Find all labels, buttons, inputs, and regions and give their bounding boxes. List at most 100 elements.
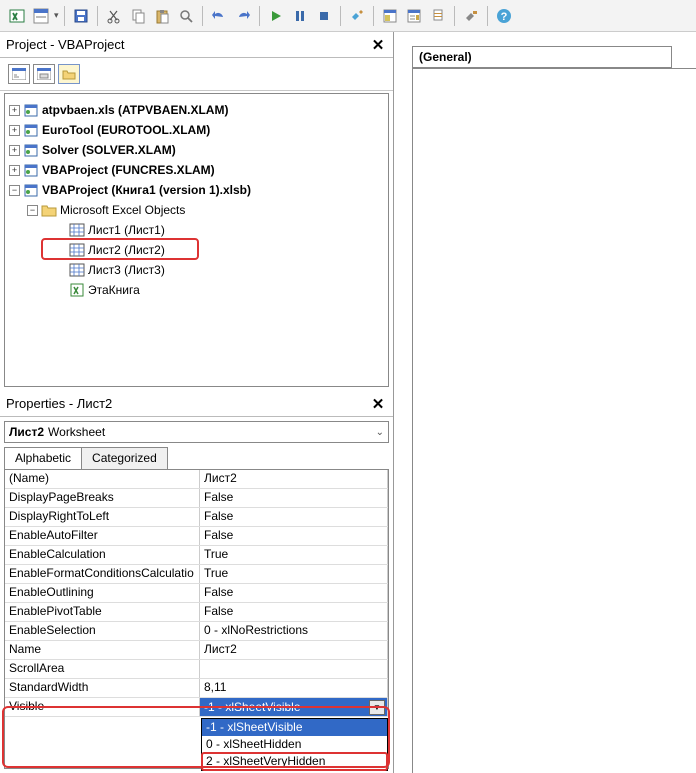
tree-node[interactable]: + VBAProject (FUNCRES.XLAM) — [9, 160, 384, 180]
property-value[interactable]: False — [200, 527, 388, 545]
tree-node-selected[interactable]: Лист2 (Лист2) — [9, 240, 384, 260]
design-mode-icon[interactable] — [346, 5, 368, 27]
tree-label: EuroTool (EUROTOOL.XLAM) — [42, 123, 210, 137]
run-icon[interactable] — [265, 5, 287, 27]
property-row[interactable]: EnableSelection0 - xlNoRestrictions — [5, 622, 388, 641]
worksheet-icon — [69, 262, 85, 278]
paste-icon[interactable] — [151, 5, 173, 27]
property-name: EnableSelection — [5, 622, 200, 640]
vbaproject-icon — [23, 122, 39, 138]
property-name: EnableFormatConditionsCalculatio — [5, 565, 200, 583]
property-row-visible[interactable]: Visible -1 - xlSheetVisible ▼ — [5, 698, 388, 717]
view-object-icon[interactable] — [33, 64, 55, 84]
vbaproject-icon — [23, 182, 39, 198]
properties-panel-header: Properties - Лист2 ✕ — [0, 391, 393, 417]
excel-icon[interactable] — [6, 5, 28, 27]
tree-node[interactable]: − VBAProject (Книга1 (version 1).xlsb) — [9, 180, 384, 200]
property-value[interactable]: False — [200, 584, 388, 602]
close-icon[interactable]: ✕ — [369, 36, 387, 54]
chevron-down-icon[interactable]: ⌄ — [376, 427, 384, 438]
code-scope-selector[interactable]: (General) — [412, 46, 672, 68]
property-row[interactable]: DisplayRightToLeftFalse — [5, 508, 388, 527]
project-panel-header: Project - VBAProject ✕ — [0, 32, 393, 58]
toggle-folders-icon[interactable] — [58, 64, 80, 84]
find-icon[interactable] — [175, 5, 197, 27]
property-name: ScrollArea — [5, 660, 200, 678]
property-value[interactable]: 0 - xlNoRestrictions — [200, 622, 388, 640]
tree-node[interactable]: + EuroTool (EUROTOOL.XLAM) — [9, 120, 384, 140]
code-pane[interactable] — [412, 68, 696, 773]
tree-node[interactable]: + Solver (SOLVER.XLAM) — [9, 140, 384, 160]
property-row[interactable]: DisplayPageBreaksFalse — [5, 489, 388, 508]
property-row[interactable]: EnableOutliningFalse — [5, 584, 388, 603]
expand-icon[interactable]: + — [9, 145, 20, 156]
collapse-icon[interactable]: − — [27, 205, 38, 216]
property-value[interactable]: Лист2 — [200, 470, 388, 488]
property-value[interactable]: Лист2 — [200, 641, 388, 659]
property-row[interactable]: EnableFormatConditionsCalculatioTrue — [5, 565, 388, 584]
worksheet-icon — [69, 222, 85, 238]
property-value[interactable]: 8,11 — [200, 679, 388, 697]
tree-node[interactable]: Лист3 (Лист3) — [9, 260, 384, 280]
tree-node[interactable]: Лист1 (Лист1) — [9, 220, 384, 240]
properties-grid[interactable]: (Name)Лист2 DisplayPageBreaksFalse Displ… — [4, 469, 389, 769]
tree-node[interactable]: + atpvbaen.xls (ATPVBAEN.XLAM) — [9, 100, 384, 120]
expand-icon[interactable]: + — [9, 105, 20, 116]
save-icon[interactable] — [70, 5, 92, 27]
redo-icon[interactable] — [232, 5, 254, 27]
tree-label: Лист3 (Лист3) — [88, 263, 165, 277]
dropdown-arrow-icon[interactable]: ▼ — [369, 700, 385, 715]
property-value[interactable]: True — [200, 546, 388, 564]
close-icon[interactable]: ✕ — [369, 395, 387, 413]
project-panel-title: Project - VBAProject — [6, 37, 125, 52]
property-value[interactable] — [200, 660, 388, 678]
property-name: DisplayPageBreaks — [5, 489, 200, 507]
dropdown-option[interactable]: 2 - xlSheetVeryHidden — [202, 753, 387, 770]
svg-text:?: ? — [500, 11, 507, 23]
view-code-icon[interactable] — [8, 64, 30, 84]
expand-icon[interactable]: + — [9, 165, 20, 176]
property-value[interactable]: True — [200, 565, 388, 583]
property-value[interactable]: False — [200, 489, 388, 507]
dropdown-option[interactable]: 0 - xlSheetHidden — [202, 736, 387, 753]
property-row[interactable]: (Name)Лист2 — [5, 470, 388, 489]
tree-node[interactable]: ЭтаКнига — [9, 280, 384, 300]
collapse-icon[interactable]: − — [9, 185, 20, 196]
project-tree[interactable]: + atpvbaen.xls (ATPVBAEN.XLAM) + EuroToo… — [4, 93, 389, 387]
property-row[interactable]: EnableCalculationTrue — [5, 546, 388, 565]
object-name: Лист2 — [9, 425, 44, 439]
tree-label: Лист1 (Лист1) — [88, 223, 165, 237]
properties-tabs: Alphabetic Categorized — [4, 447, 389, 469]
object-selector[interactable]: Лист2 Worksheet ⌄ — [4, 421, 389, 443]
workbook-icon — [69, 282, 85, 298]
dropdown-option[interactable]: -1 - xlSheetVisible — [202, 719, 387, 736]
property-row[interactable]: NameЛист2 — [5, 641, 388, 660]
property-row[interactable]: ScrollArea — [5, 660, 388, 679]
pause-icon[interactable] — [289, 5, 311, 27]
cut-icon[interactable] — [103, 5, 125, 27]
project-explorer-icon[interactable] — [379, 5, 401, 27]
help-icon[interactable]: ? — [493, 5, 515, 27]
properties-window-icon[interactable] — [403, 5, 425, 27]
tree-label: atpvbaen.xls (ATPVBAEN.XLAM) — [42, 103, 228, 117]
object-browser-icon[interactable] — [427, 5, 449, 27]
property-name: Name — [5, 641, 200, 659]
property-value[interactable]: False — [200, 508, 388, 526]
undo-icon[interactable] — [208, 5, 230, 27]
property-row[interactable]: EnableAutoFilterFalse — [5, 527, 388, 546]
userform-icon[interactable] — [30, 5, 52, 27]
tree-node[interactable]: − Microsoft Excel Objects — [9, 200, 384, 220]
property-row[interactable]: EnablePivotTableFalse — [5, 603, 388, 622]
tab-categorized[interactable]: Categorized — [81, 447, 168, 469]
tab-alphabetic[interactable]: Alphabetic — [4, 447, 82, 469]
property-row[interactable]: StandardWidth8,11 — [5, 679, 388, 698]
property-value[interactable]: -1 - xlSheetVisible ▼ — [200, 698, 388, 716]
copy-icon[interactable] — [127, 5, 149, 27]
toolbox-icon[interactable] — [460, 5, 482, 27]
tree-label: VBAProject (FUNCRES.XLAM) — [42, 163, 215, 177]
vbaproject-icon — [23, 142, 39, 158]
stop-icon[interactable] — [313, 5, 335, 27]
property-value[interactable]: False — [200, 603, 388, 621]
expand-icon[interactable]: + — [9, 125, 20, 136]
visible-dropdown-list[interactable]: -1 - xlSheetVisible 0 - xlSheetHidden 2 … — [201, 718, 388, 771]
